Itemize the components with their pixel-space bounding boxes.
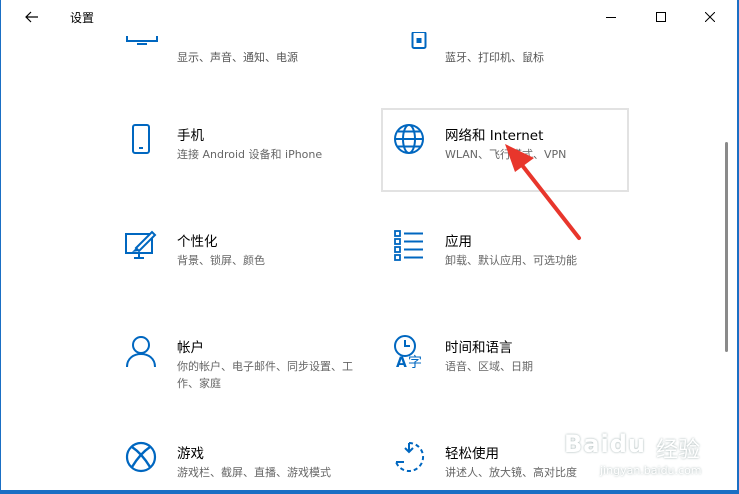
tile-personalization[interactable]: 个性化 背景、锁屏、颜色 — [113, 214, 361, 298]
tile-phone[interactable]: 手机 连接 Android 设备和 iPhone — [113, 108, 361, 192]
maximize-icon — [656, 12, 666, 22]
devices-icon — [411, 32, 427, 49]
tile-desc: 你的帐户、电子邮件、同步设置、工作、家庭 — [177, 360, 353, 390]
watermark-url: jingyan.baidu.com — [600, 464, 702, 477]
tile-desc: WLAN、飞行模式、VPN — [445, 148, 567, 161]
tile-desc: 连接 Android 设备和 iPhone — [177, 148, 323, 161]
window-title: 设置 — [70, 11, 95, 25]
tile-name: 帐户 — [177, 340, 204, 356]
settings-window: 设置 显示、声音、通知、电源 蓝牙、打印机、鼠标 手机 连接 Android 设… — [1, 0, 737, 490]
tile-desc: 背景、锁屏、颜色 — [177, 254, 265, 267]
tile-accounts[interactable]: 帐户 你的帐户、电子邮件、同步设置、工作、家庭 — [113, 320, 361, 404]
tile-name: 时间和语言 — [445, 340, 513, 356]
tile-time-language[interactable]: A 字 时间和语言 语音、区域、日期 — [381, 320, 629, 404]
tile-desc: 卸载、默认应用、可选功能 — [445, 254, 577, 267]
phone-icon — [132, 124, 150, 154]
scrollbar-thumb[interactable] — [725, 142, 728, 352]
tile-devices[interactable]: 蓝牙、打印机、鼠标 — [381, 10, 629, 64]
personalization-icon — [125, 230, 157, 259]
svg-text:字: 字 — [408, 355, 422, 368]
tile-desc: 显示、声音、通知、电源 — [177, 51, 298, 64]
ease-of-access-icon — [395, 441, 425, 472]
watermark-brand: Baidu — [564, 430, 646, 458]
watermark-suffix: 经验 — [656, 438, 701, 463]
tile-name: 轻松使用 — [445, 446, 499, 462]
tile-name: 手机 — [177, 128, 204, 144]
close-icon — [705, 12, 715, 22]
maximize-button[interactable] — [638, 0, 684, 34]
tile-name: 游戏 — [177, 446, 204, 462]
tile-network[interactable]: 网络和 Internet WLAN、飞行模式、VPN — [381, 108, 629, 192]
back-arrow-icon — [25, 11, 38, 23]
tile-name: 应用 — [445, 234, 472, 250]
baidu-watermark: Baidu 经验 jingyan.baidu.com — [560, 430, 735, 490]
xbox-icon — [125, 441, 157, 473]
tile-desc: 讲述人、放大镜、高对比度 — [445, 466, 577, 479]
monitor-icon — [126, 36, 158, 45]
person-icon — [126, 336, 156, 368]
tile-gaming[interactable]: 游戏 游戏栏、截屏、直播、游戏模式 — [113, 426, 361, 490]
tile-desc: 语音、区域、日期 — [445, 360, 533, 373]
time-language-icon: A 字 — [394, 335, 422, 368]
tile-desc: 蓝牙、打印机、鼠标 — [445, 51, 544, 64]
apps-list-icon — [394, 230, 423, 261]
tile-apps[interactable]: 应用 卸载、默认应用、可选功能 — [381, 214, 629, 298]
back-button[interactable] — [15, 4, 49, 30]
svg-text:A: A — [396, 355, 407, 368]
tile-name: 个性化 — [177, 234, 218, 250]
close-button[interactable] — [687, 0, 733, 34]
globe-icon — [394, 124, 424, 154]
tile-desc: 游戏栏、截屏、直播、游戏模式 — [177, 466, 331, 479]
tile-name: 网络和 Internet — [445, 128, 544, 144]
tile-system[interactable]: 显示、声音、通知、电源 — [113, 10, 361, 64]
